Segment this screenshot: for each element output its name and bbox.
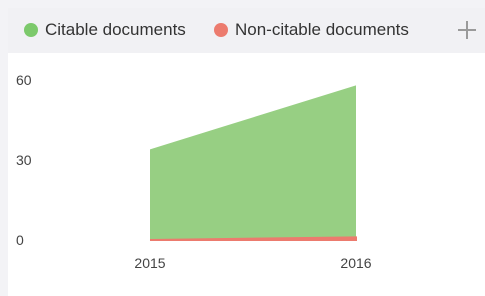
- x-tick-label: 2015: [134, 255, 165, 271]
- plus-icon: [458, 21, 476, 39]
- legend-item-citable[interactable]: Citable documents: [24, 20, 186, 40]
- legend-swatch-citable: [24, 23, 38, 37]
- x-tick-label: 2016: [340, 255, 371, 271]
- area-series-citable[interactable]: [150, 85, 356, 240]
- legend-item-non-citable[interactable]: Non-citable documents: [214, 20, 409, 40]
- add-button[interactable]: [455, 18, 479, 42]
- legend-label-citable: Citable documents: [45, 20, 186, 39]
- legend-swatch-non-citable: [214, 23, 228, 37]
- y-tick-label: 60: [16, 72, 32, 88]
- area-chart: 0 30 60 2015 2016: [16, 72, 372, 271]
- legend: Citable documents Non-citable documents: [8, 8, 485, 53]
- chart-card: Citable documents Non-citable documents …: [8, 8, 485, 296]
- legend-label-non-citable: Non-citable documents: [235, 20, 409, 39]
- y-tick-label: 0: [16, 232, 24, 248]
- y-tick-label: 30: [16, 152, 32, 168]
